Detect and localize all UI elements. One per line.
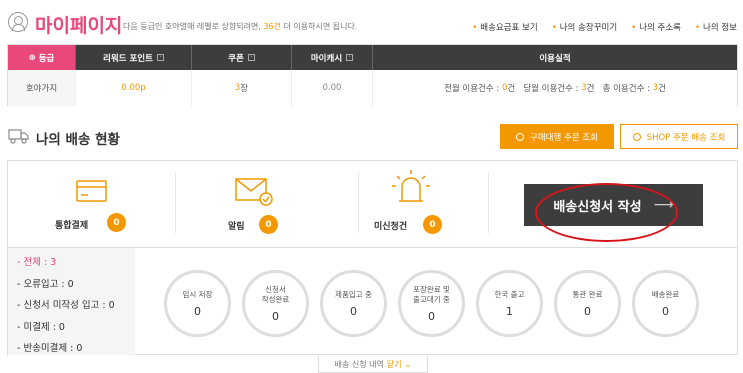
stat-unapplied[interactable]: 미신청건 0 [374, 161, 481, 247]
stat-notifications[interactable]: 알림 0 [223, 161, 313, 247]
gear-icon: ⊛ [28, 52, 36, 63]
truck-icon [8, 129, 29, 144]
history-toggle[interactable]: 배송 신청 내역 닫기 ⌄ [318, 356, 428, 373]
purchase-order-button[interactable]: 구매대행 주문 조회 [500, 124, 614, 149]
shipping-rate-link[interactable]: • 배송요금표 보기 [472, 21, 537, 33]
reward-points-value: 0.00p [76, 70, 192, 106]
highlight-ellipse [535, 183, 678, 242]
grade-header: ⊛ 등급 [8, 45, 76, 70]
status-filter-list: - 전체 : 3 - 오류입고 : 0 - 신청서 미작성 입고 : 0 - 미… [8, 248, 135, 355]
grade-notice: 다음 등급인 호야열매 레벨로 상향되려면, 36건 더 이용하시면 됩니다. [123, 22, 358, 31]
filter-error-received[interactable]: - 오류입고 : 0 [17, 274, 135, 296]
step-application-done[interactable]: 신청서 작성완료 0 [242, 270, 309, 337]
grade-table-header: ⊛ 등급 리워드 포인트 › 쿠폰 › 마이캐시 › 이용실적 [8, 45, 737, 70]
usage-header: 이용실적 [539, 53, 571, 64]
siren-icon [392, 170, 430, 202]
top-links: • 배송요금표 보기 • 나의 송장꾸미기 • 나의 주소록 • 나의 정보 [472, 21, 737, 33]
coupon-value: 3장 [192, 70, 292, 106]
step-packed-waiting[interactable]: 포장완료 및 출고대기 중0 [398, 270, 465, 337]
mycash-header[interactable]: 마이캐시 › [292, 45, 373, 70]
usage-value: 전월 이용건수 : 0건 당월 이용건수 : 3건 총 이용건수 : 3건 [444, 83, 666, 94]
stat-integrated-payment[interactable]: 통합결제 0 [48, 161, 138, 247]
expand-icon: › [346, 54, 354, 61]
step-delivered[interactable]: 배송완료 0 [632, 270, 699, 337]
reward-header[interactable]: 리워드 포인트 › [76, 45, 192, 70]
step-temp-save[interactable]: 임시 저장 0 [164, 270, 231, 337]
count-badge: 0 [107, 213, 126, 232]
filter-return-unpaid[interactable]: - 반송미결제 : 0 [17, 338, 135, 360]
step-customs-cleared[interactable]: 통관 완료 0 [554, 270, 621, 337]
page-title: 마이페이지 [35, 15, 123, 37]
mycash-value: 0.00 [292, 70, 373, 106]
shop-order-button[interactable]: SHOP 주문 배송 조회 [620, 124, 738, 149]
circle-icon [516, 132, 525, 141]
section-title: 나의 배송 현황 [36, 132, 120, 148]
filter-all[interactable]: - 전체 : 3 [17, 252, 135, 274]
grade-table-row: 호야가지 0.00p 3장 0.00 전월 이용건수 : 0건 당월 이용건수 … [8, 70, 737, 106]
step-circles: 임시 저장 0 신청서 작성완료 0 제품입고 중0 포장완료 및 출고대기 중0 … [164, 270, 699, 337]
page-header: 마이페이지 다음 등급인 호야열매 레벨로 상향되려면, 36건 더 이용하시면… [0, 0, 743, 44]
step-korea-shipped[interactable]: 한국 출고 1 [476, 270, 543, 337]
card-icon [76, 180, 107, 202]
grade-value: 호야가지 [8, 70, 76, 106]
step-receiving[interactable]: 제품입고 중0 [320, 270, 387, 337]
expand-icon: › [156, 54, 164, 61]
expand-icon: › [247, 54, 255, 61]
circle-icon [632, 132, 641, 141]
notice-count: 36건 [263, 22, 281, 31]
count-badge: 0 [423, 215, 442, 234]
grade-table: ⊛ 등급 리워드 포인트 › 쿠폰 › 마이캐시 › 이용실적 호야가지 0.00p 3… [7, 44, 738, 106]
envelope-icon [235, 178, 273, 206]
count-badge: 0 [259, 215, 278, 234]
user-icon [8, 12, 28, 32]
coupon-header[interactable]: 쿠폰 › [192, 45, 292, 70]
filter-no-application[interactable]: - 신청서 미작성 입고 : 0 [17, 295, 135, 317]
invoice-decorate-link[interactable]: • 나의 송장꾸미기 [552, 21, 617, 33]
my-info-link[interactable]: • 나의 정보 [695, 21, 737, 33]
address-book-link[interactable]: • 나의 주소록 [631, 21, 681, 33]
filter-unpaid[interactable]: - 미결제 : 0 [17, 317, 135, 339]
chevron-down-icon: ⌄ [404, 359, 412, 369]
